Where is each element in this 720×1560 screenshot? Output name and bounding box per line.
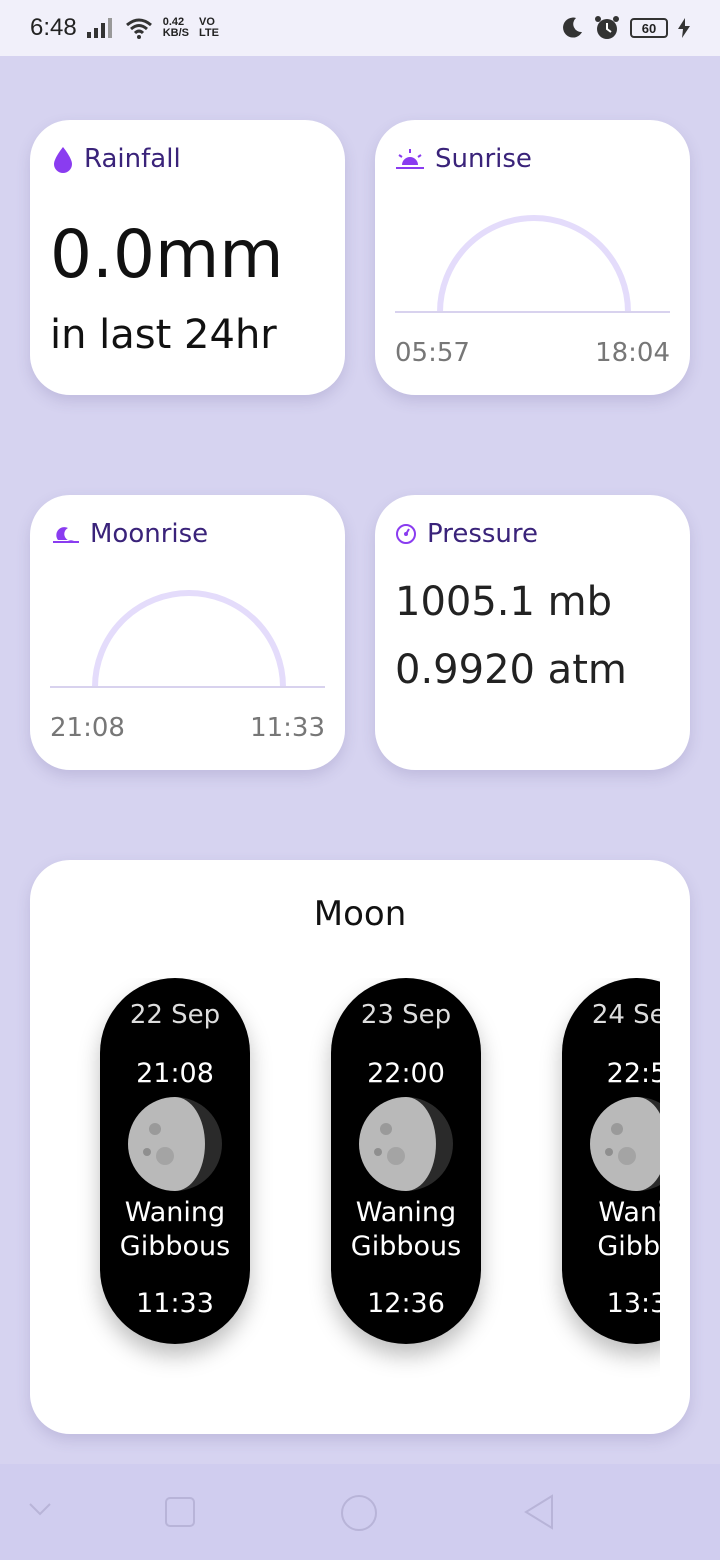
moonrise-title: Moonrise: [90, 519, 209, 549]
charging-icon: [678, 18, 690, 38]
sunrise-card[interactable]: Sunrise 05:57 18:04: [375, 120, 690, 395]
status-time: 6:48: [30, 14, 77, 41]
sunrise-arc: [395, 215, 670, 313]
status-left: 6:48 0.42 KB/S VO LTE: [30, 14, 219, 42]
sunrise-title: Sunrise: [435, 144, 532, 174]
alarm-icon: [595, 16, 619, 39]
moon-set-time: 11:33: [136, 1288, 214, 1319]
sunset-time: 18:04: [595, 338, 670, 368]
moon-set-time: 12:36: [367, 1288, 445, 1319]
sunrise-icon: [396, 149, 424, 169]
sunrise-time: 05:57: [395, 338, 470, 368]
navigation-bar: [0, 1464, 720, 1560]
moon-carousel[interactable]: 22 Sep 21:08 Waning Gibbous 11:33 23 Sep…: [30, 978, 660, 1408]
moon-date: 23 Sep: [360, 1000, 452, 1030]
volte-indicator: VO LTE: [199, 16, 219, 39]
moon-day-card[interactable]: 24 Sep 22:5 Wanir Gibbo 13:3: [562, 978, 660, 1344]
moon-rise-time: 21:08: [136, 1058, 214, 1089]
moonrise-times: 21:08 11:33: [50, 713, 325, 743]
moon-phase-image: [356, 1094, 456, 1194]
wifi-icon: [125, 18, 152, 39]
rainfall-header: Rainfall: [52, 144, 181, 174]
moonrise-time: 21:08: [50, 713, 125, 743]
moon-phase-image: [587, 1094, 660, 1194]
pressure-atm: 0.9920 atm: [395, 647, 627, 693]
pressure-title: Pressure: [427, 519, 539, 549]
moon-date: 22 Sep: [129, 1000, 221, 1030]
status-bar: 6:48 0.42 KB/S VO LTE 60: [0, 0, 720, 56]
pressure-mb: 1005.1 mb: [395, 579, 613, 625]
moonset-time: 11:33: [250, 713, 325, 743]
moon-card: Moon 22 Sep 21:08 Waning Gibbous 11:33 2…: [30, 860, 690, 1434]
rainfall-card[interactable]: Rainfall 0.0mm in last 24hr: [30, 120, 345, 395]
rainfall-subtitle: in last 24hr: [50, 312, 277, 358]
home-button[interactable]: [340, 1494, 378, 1532]
moonrise-header: Moonrise: [52, 519, 208, 549]
sunrise-times: 05:57 18:04: [395, 338, 670, 368]
gauge-icon: [396, 524, 416, 544]
sunrise-header: Sunrise: [395, 144, 532, 174]
droplet-icon: [54, 147, 72, 173]
moon-phase-label: Wanir Gibbo: [597, 1197, 660, 1262]
moon-date: 24 Sep: [591, 1000, 660, 1030]
moon-rise-time: 22:00: [367, 1058, 445, 1089]
moon-set-time: 13:3: [606, 1288, 660, 1319]
moon-phase-label: Waning Gibbous: [119, 1197, 231, 1262]
moonrise-arc: [50, 590, 325, 688]
moon-phase-label: Waning Gibbous: [350, 1197, 462, 1262]
net-speed: 0.42 KB/S: [162, 16, 189, 39]
rainfall-value: 0.0mm: [50, 216, 284, 293]
back-button[interactable]: [522, 1494, 556, 1530]
signal-icon: [86, 18, 112, 38]
moonrise-card[interactable]: Moonrise 21:08 11:33: [30, 495, 345, 770]
moon-icon: [563, 17, 582, 38]
pressure-card[interactable]: Pressure 1005.1 mb 0.9920 atm: [375, 495, 690, 770]
recents-button[interactable]: [164, 1496, 196, 1528]
battery-icon: 60: [630, 18, 668, 38]
status-right: 60: [560, 15, 690, 41]
rainfall-title: Rainfall: [84, 144, 181, 174]
moon-day-card[interactable]: 23 Sep 22:00 Waning Gibbous 12:36: [331, 978, 481, 1344]
moonrise-icon: [53, 527, 79, 543]
pressure-header: Pressure: [395, 519, 538, 549]
moon-day-card[interactable]: 22 Sep 21:08 Waning Gibbous 11:33: [100, 978, 250, 1344]
moon-title: Moon: [313, 894, 407, 934]
moon-rise-time: 22:5: [606, 1058, 660, 1089]
chevron-down-icon[interactable]: [28, 1502, 52, 1518]
moon-phase-image: [125, 1094, 225, 1194]
